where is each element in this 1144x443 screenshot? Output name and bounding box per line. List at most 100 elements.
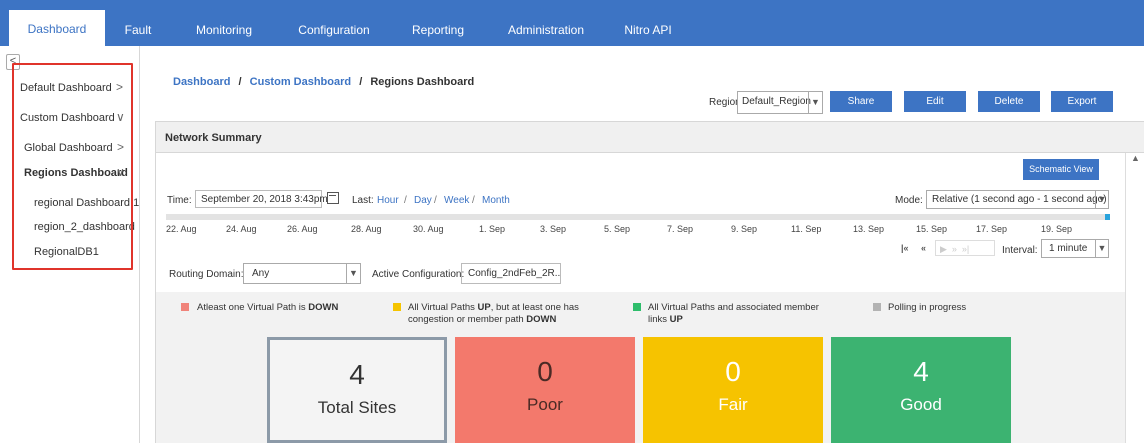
tile-value: 4 — [349, 359, 365, 390]
legend-text: links — [648, 314, 670, 325]
timeline-tick-label: 13. Sep — [853, 224, 885, 234]
timeline-tick-label: 28. Aug — [351, 224, 382, 234]
timeline-tick-label: 15. Sep — [916, 224, 948, 234]
next-page-icon[interactable]: ▶ » »| — [935, 240, 995, 256]
tile-label: Fair — [718, 395, 748, 414]
prev-page-icon[interactable]: « — [921, 240, 926, 256]
legend-swatch-up — [633, 303, 641, 311]
legend-item-congestion: All Virtual Paths UP, but at least one h… — [408, 302, 579, 326]
active-configuration-field[interactable]: Config_2ndFeb_2R... — [461, 263, 561, 284]
tab-administration[interactable]: Administration — [498, 0, 594, 46]
region-value: Default_Region — [742, 96, 811, 107]
first-page-icon[interactable]: |« — [901, 240, 909, 256]
link-separator: / — [472, 195, 475, 206]
legend-swatch-polling — [873, 303, 881, 311]
active-configuration-label: Active Configuration: — [372, 269, 465, 280]
breadcrumb: Dashboard / Custom Dashboard / Regions D… — [173, 76, 474, 88]
scroll-up-icon[interactable]: ▲ — [1126, 153, 1144, 167]
legend-swatch-congestion — [393, 303, 401, 311]
panel-header: Network Summary — [156, 122, 1144, 153]
tile-label: Good — [900, 395, 942, 414]
mode-value: Relative (1 second ago - 1 second ago) — [932, 194, 1107, 205]
tab-nitro-api[interactable]: Nitro API — [616, 0, 680, 46]
tile-fair[interactable]: 0 Fair — [643, 337, 823, 443]
tile-poor[interactable]: 0 Poor — [455, 337, 635, 443]
breadcrumb-separator: / — [359, 76, 363, 88]
timeline-tick-label: 7. Sep — [667, 224, 694, 234]
time-input[interactable]: September 20, 2018 3:43pm — [195, 190, 328, 208]
last-month-link[interactable]: Month — [482, 195, 510, 206]
legend-item-down: Atleast one Virtual Path is DOWN — [197, 302, 338, 314]
legend-text-strong: UP — [477, 302, 491, 313]
link-separator: / — [434, 195, 437, 206]
legend-text: Atleast one Virtual Path is — [197, 302, 309, 313]
delete-button[interactable]: Delete — [978, 91, 1040, 112]
calendar-icon[interactable] — [327, 192, 339, 204]
legend-text-strong: UP — [669, 314, 683, 325]
legend-item-up: All Virtual Paths and associated member … — [648, 302, 819, 326]
legend-text: Polling in progress — [888, 302, 967, 313]
top-nav: Dashboard Fault Monitoring Configuration… — [0, 0, 1144, 46]
panel-scrollbar[interactable]: ▲ — [1125, 153, 1144, 443]
link-separator: / — [404, 195, 407, 206]
breadcrumb-dashboard[interactable]: Dashboard — [173, 76, 230, 88]
routing-domain-select[interactable]: Any ▼ — [243, 263, 361, 284]
tab-fault[interactable]: Fault — [118, 0, 158, 46]
timeline-tick-label: 5. Sep — [604, 224, 631, 234]
timeline-tick-label: 17. Sep — [976, 224, 1008, 234]
region-select[interactable]: Default_Region ▼ — [737, 91, 823, 114]
tab-monitoring[interactable]: Monitoring — [186, 0, 262, 46]
breadcrumb-custom-dashboard[interactable]: Custom Dashboard — [250, 76, 351, 88]
legend-text-strong: DOWN — [308, 302, 339, 313]
tile-label: Poor — [527, 395, 563, 414]
last-day-link[interactable]: Day — [414, 195, 432, 206]
chevron-down-icon: ▼ — [346, 264, 360, 283]
tab-dashboard[interactable]: Dashboard — [9, 10, 105, 46]
tile-value: 4 — [913, 356, 929, 387]
legend-item-polling: Polling in progress — [888, 302, 966, 314]
legend-text: congestion or member path — [408, 314, 527, 325]
breadcrumb-current: Regions Dashboard — [370, 76, 475, 88]
chevron-down-icon: ▼ — [1095, 240, 1108, 257]
legend-text-strong: DOWN — [526, 314, 557, 325]
highlight-box — [12, 63, 133, 270]
tab-configuration[interactable]: Configuration — [288, 0, 380, 46]
schematic-view-button[interactable]: Schematic View — [1023, 159, 1099, 180]
legend-text: , but at least one has — [490, 302, 579, 313]
time-label: Time: — [167, 195, 192, 206]
timeline-tick-label: 9. Sep — [731, 224, 758, 234]
mode-select[interactable]: Relative (1 second ago - 1 second ago) ▼ — [926, 190, 1109, 209]
last-hour-link[interactable]: Hour — [377, 195, 399, 206]
tile-value: 0 — [725, 356, 741, 387]
tab-reporting[interactable]: Reporting — [404, 0, 472, 46]
legend-text: All Virtual Paths and associated member — [648, 302, 819, 313]
timeline-tick-label: 3. Sep — [540, 224, 567, 234]
tile-value: 0 — [537, 356, 553, 387]
mode-label: Mode: — [895, 195, 923, 206]
timeline-pager: |« « ▶ » »| — [897, 240, 997, 256]
interval-label: Interval: — [1002, 245, 1038, 256]
last-week-link[interactable]: Week — [444, 195, 469, 206]
legend-text: All Virtual Paths — [408, 302, 478, 313]
breadcrumb-separator: / — [238, 76, 242, 88]
timeline-tick-label: 30. Aug — [413, 224, 444, 234]
tile-total-sites[interactable]: 4 Total Sites — [267, 337, 447, 443]
timeline-slider[interactable] — [166, 214, 1110, 220]
chevron-down-icon: ▼ — [808, 92, 822, 113]
chevron-down-icon: ▼ — [1095, 191, 1108, 208]
timeline-tick-label: 1. Sep — [479, 224, 506, 234]
tile-good[interactable]: 4 Good — [831, 337, 1011, 443]
timeline-tick-label: 26. Aug — [287, 224, 318, 234]
edit-button[interactable]: Edit — [904, 91, 966, 112]
legend-swatch-down — [181, 303, 189, 311]
routing-domain-value: Any — [252, 268, 270, 279]
interval-select[interactable]: 1 minute ▼ — [1041, 239, 1109, 258]
timeline-tick-label: 19. Sep — [1041, 224, 1073, 234]
routing-domain-label: Routing Domain: — [169, 269, 244, 280]
last-label: Last: — [352, 195, 374, 206]
timeline-handle[interactable] — [1105, 214, 1110, 220]
share-button[interactable]: Share — [830, 91, 892, 112]
timeline-tick-label: 22. Aug — [166, 224, 197, 234]
export-button[interactable]: Export — [1051, 91, 1113, 112]
timeline-tick-label: 11. Sep — [791, 224, 822, 234]
